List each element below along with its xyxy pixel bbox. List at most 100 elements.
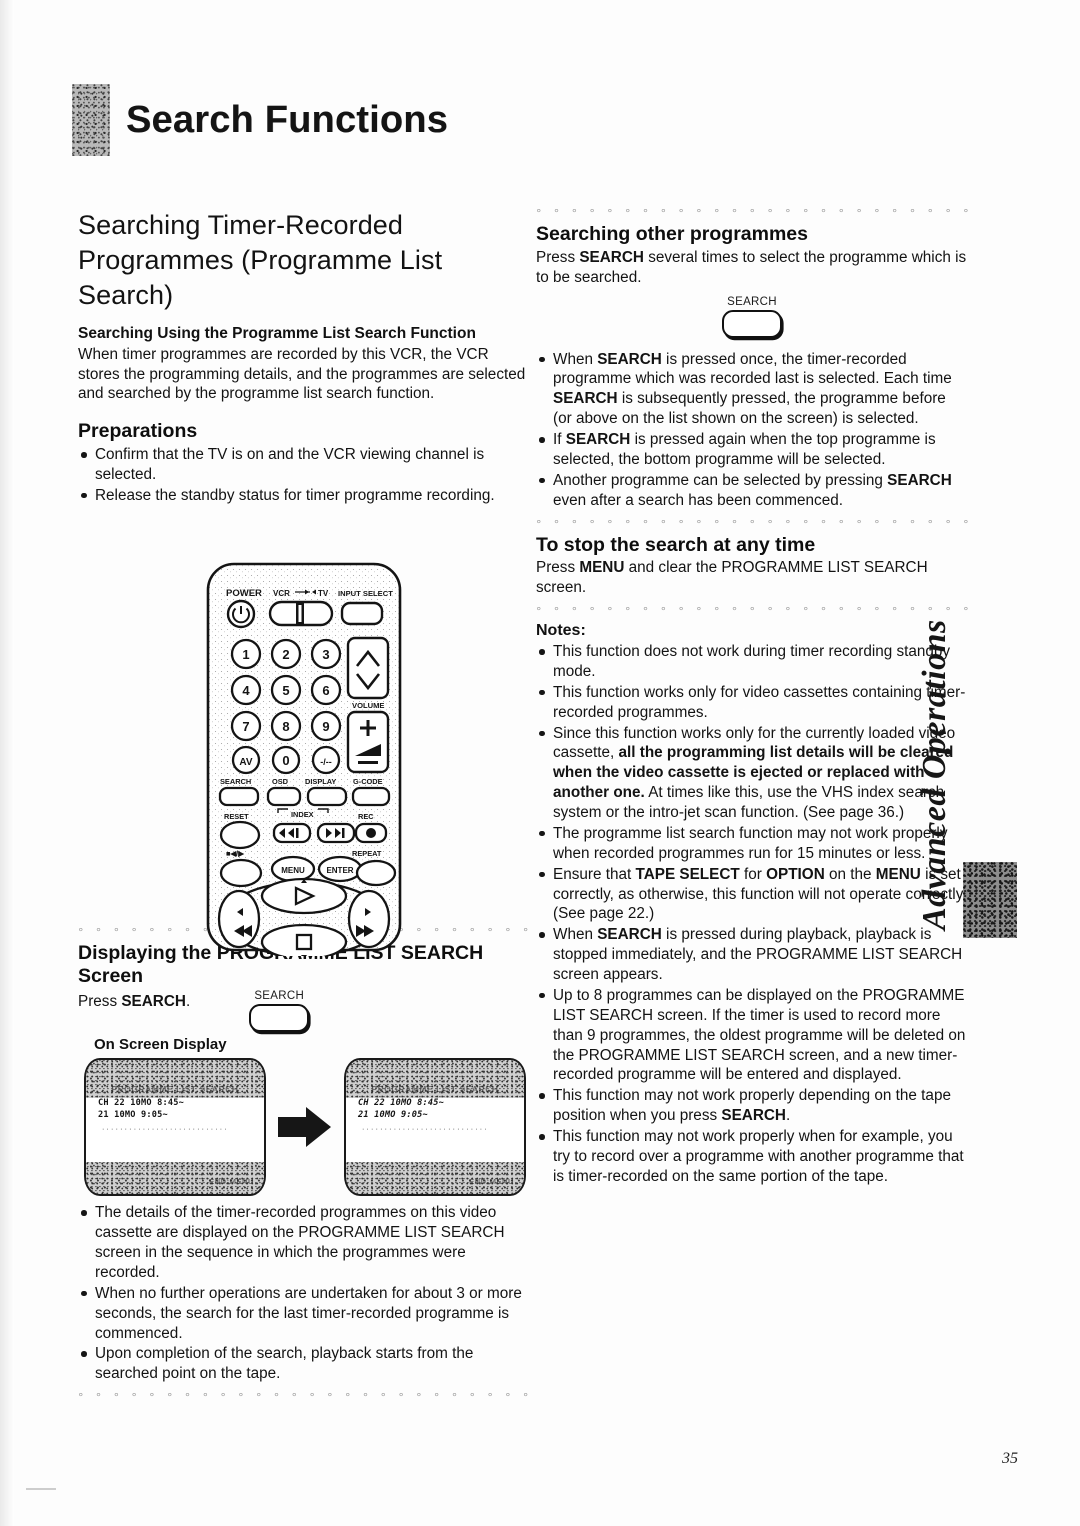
list-item: This function does not work during timer… — [536, 642, 968, 682]
list-item: This function may not work properly when… — [536, 1127, 968, 1187]
list-item: Ensure that TAPE SELECT for OPTION on th… — [536, 865, 968, 925]
svg-text:INPUT SELECT: INPUT SELECT — [338, 589, 393, 598]
list-item: Release the standby status for timer pro… — [78, 486, 530, 506]
menu-keyword: MENU — [579, 559, 625, 577]
osd-list-1: CH 22 10MO 8:45~ 21 10MO 9:05~ — [98, 1098, 254, 1121]
svg-text:1: 1 — [242, 647, 249, 662]
chapter-header: Search Functions — [72, 84, 448, 156]
search-keyword: SEARCH — [121, 993, 186, 1011]
svg-text:■◀/▶: ■◀/▶ — [226, 849, 244, 858]
list-item: When SEARCH is pressed once, the timer-r… — [536, 350, 968, 430]
osd-underline-dots-2: ···························· — [362, 1126, 489, 1134]
notes-heading: Notes: — [536, 622, 586, 640]
page-number: 35 — [1002, 1450, 1018, 1467]
searching-other-bullets: When SEARCH is pressed once, the timer-r… — [536, 350, 968, 511]
osd-row: CH 22 10MO 8:45~ — [358, 1098, 444, 1109]
preparations-heading: Preparations — [78, 420, 198, 443]
svg-text:RESET: RESET — [224, 812, 249, 821]
stop-search-text: Press MENU and clear the PROGRAMME LIST … — [536, 559, 928, 597]
list-item: The details of the timer-recorded progra… — [78, 1203, 530, 1283]
svg-text:5: 5 — [282, 683, 289, 698]
page-edge-mark — [26, 1488, 56, 1490]
osd-row: CH 22 10MO 8:45~ — [98, 1098, 184, 1109]
search-key-illustration-right: SEARCH — [709, 296, 795, 338]
svg-text:6: 6 — [322, 683, 329, 698]
list-item: Confirm that the TV is on and the VCR vi… — [78, 445, 530, 485]
list-item: This function may not work properly depe… — [536, 1086, 968, 1126]
document-page: Search Functions Searching Timer-Recorde… — [0, 0, 1080, 1526]
search-key-label: SEARCH — [254, 990, 305, 1003]
list-item: This function works only for video casse… — [536, 683, 968, 723]
notes-list: This function does not work during timer… — [536, 642, 968, 1187]
flow-arrow-icon — [278, 1107, 331, 1148]
on-screen-display-heading: On Screen Display — [94, 1036, 227, 1054]
svg-text:POWER: POWER — [226, 588, 262, 599]
svg-text:8: 8 — [282, 719, 289, 734]
svg-text:REC: REC — [358, 812, 374, 821]
svg-text:7: 7 — [242, 719, 249, 734]
search-button-shape[interactable] — [722, 309, 782, 338]
left-notes-list: The details of the timer-recorded progra… — [78, 1203, 530, 1384]
tv-screen-after: PROGRAMME LIST SEARCH CH 22 10MO 8:45~ 2… — [344, 1058, 526, 1197]
search-key-label: SEARCH — [727, 295, 777, 308]
chapter-title: Search Functions — [126, 98, 449, 141]
separator-dots: ° ° ° ° ° ° ° ° ° ° ° ° ° ° ° ° ° ° ° ° … — [78, 1391, 530, 1405]
preparations-list: Confirm that the TV is on and the VCR vi… — [78, 445, 530, 506]
chapter-marker-block — [72, 84, 110, 156]
svg-text:VOLUME: VOLUME — [352, 701, 385, 710]
osd-title-2: PROGRAMME LIST SEARCH — [371, 1084, 499, 1095]
svg-text:G-CODE: G-CODE — [353, 777, 383, 786]
list-item: The programme list search function may n… — [536, 824, 968, 864]
subsection-heading: Searching Using the Programme List Searc… — [78, 325, 476, 343]
svg-text:3: 3 — [322, 647, 329, 662]
svg-text:SEARCH: SEARCH — [220, 777, 251, 786]
svg-text:-/--: -/-- — [320, 757, 332, 767]
osd-title-1: PROGRAMME LIST SEARCH — [111, 1084, 239, 1095]
svg-text:0: 0 — [282, 753, 289, 768]
tv-screen-before: PROGRAMME LIST SEARCH CH 22 10MO 8:45~ 2… — [84, 1058, 266, 1197]
list-item: Another programme can be selected by pre… — [536, 471, 968, 511]
side-tab-label: Advanced Operations — [916, 619, 953, 930]
right-column: ° ° ° ° ° ° ° ° ° ° ° ° ° ° ° ° ° ° ° ° … — [536, 200, 968, 1188]
osd-illustration-row: PROGRAMME LIST SEARCH CH 22 10MO 8:45~ 2… — [84, 1058, 530, 1197]
svg-text:ENTER: ENTER — [326, 866, 353, 875]
list-item: When SEARCH is pressed during playback, … — [536, 925, 968, 985]
svg-text:9: 9 — [322, 719, 329, 734]
list-item: Upon completion of the search, playback … — [78, 1344, 530, 1384]
page-crease — [0, 0, 14, 1526]
osd-underline-dots-1: ···························· — [102, 1126, 229, 1134]
separator-dots: ° ° ° ° ° ° ° ° ° ° ° ° ° ° ° ° ° ° ° ° … — [536, 517, 968, 531]
intro-paragraph: When timer programmes are recorded by th… — [78, 345, 526, 403]
osd-footer-1: END:MENU — [209, 1177, 254, 1187]
svg-text:MENU: MENU — [281, 866, 305, 875]
svg-text:AV: AV — [239, 757, 252, 768]
searching-other-heading: Searching other programmes — [536, 223, 808, 245]
osd-list-2: CH 22 10MO 8:45~ 21 10MO 9:05~ — [358, 1098, 514, 1121]
list-item: Up to 8 programmes can be displayed on t… — [536, 986, 968, 1085]
section-heading: Searching Timer-Recorded Programmes (Pro… — [78, 210, 443, 311]
remote-control-illustration: POWER VCR TV INPUT SELECT 1 2 3 4 5 6 7 … — [190, 556, 418, 956]
searching-other-intro: Press SEARCH several times to select the… — [536, 248, 967, 286]
side-tab-marker — [963, 862, 1017, 938]
osd-row: 21 10MO 9:05~ — [98, 1109, 168, 1120]
svg-text:OSD: OSD — [272, 777, 289, 786]
svg-text:4: 4 — [242, 683, 250, 698]
svg-text:2: 2 — [282, 647, 289, 662]
list-item: If SEARCH is pressed again when the top … — [536, 430, 968, 470]
press-search-instruction: Press SEARCH. — [78, 993, 191, 1011]
osd-footer-2: END:MENU — [469, 1177, 514, 1187]
search-button-shape[interactable] — [249, 1004, 310, 1033]
svg-text:TV: TV — [318, 589, 329, 598]
svg-text:REPEAT: REPEAT — [352, 849, 382, 858]
stop-search-heading: To stop the search at any time — [536, 533, 816, 556]
svg-text:VCR: VCR — [273, 589, 290, 598]
list-item: Since this function works only for the c… — [536, 724, 968, 823]
separator-dots: ° ° ° ° ° ° ° ° ° ° ° ° ° ° ° ° ° ° ° ° … — [536, 605, 968, 619]
search-key-illustration: SEARCH — [236, 990, 322, 1033]
svg-text:INDEX: INDEX — [291, 810, 314, 819]
search-keyword: SEARCH — [579, 248, 644, 266]
svg-text:DISPLAY: DISPLAY — [305, 777, 336, 786]
side-tab: Advanced Operations — [905, 619, 965, 930]
separator-dots: ° ° ° ° ° ° ° ° ° ° ° ° ° ° ° ° ° ° ° ° … — [536, 207, 968, 220]
osd-row: 21 10MO 9:05~ — [358, 1109, 428, 1120]
